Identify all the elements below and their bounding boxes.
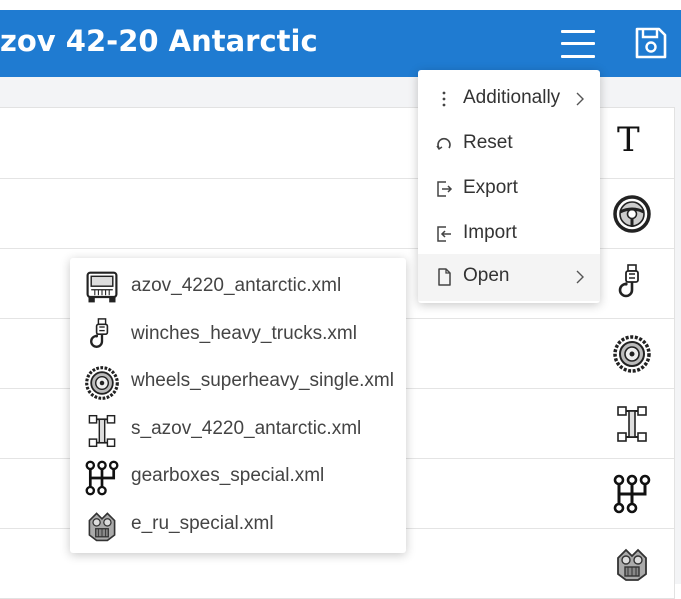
save-button[interactable] (634, 26, 668, 60)
text-icon: T (617, 120, 640, 160)
file-item-s-azov-4220-antarctic[interactable]: s_azov_4220_antarctic.xml (70, 407, 406, 454)
engine-icon (612, 544, 652, 584)
main-menu: Additionally Reset Export Import Open (418, 70, 600, 303)
wheel-icon (84, 365, 120, 401)
file-item-azov-4220-antarctic[interactable]: azov_4220_antarctic.xml (70, 264, 406, 311)
file-label: e_ru_special.xml (131, 513, 274, 534)
menu-item-label: Import (463, 222, 517, 243)
menu-item-label: Open (463, 265, 510, 286)
menu-item-import[interactable]: Import (418, 211, 600, 256)
save-icon (635, 27, 667, 59)
steering-wheel-icon (612, 194, 652, 234)
menu-button[interactable] (561, 29, 595, 59)
winch-hook-icon (84, 318, 120, 354)
file-item-winches-heavy-trucks[interactable]: winches_heavy_trucks.xml (70, 312, 406, 359)
hamburger-icon-line (561, 42, 595, 45)
menu-item-reset[interactable]: Reset (418, 121, 600, 166)
file-label: winches_heavy_trucks.xml (131, 323, 357, 344)
page-title: zov 42-20 Antarctic (0, 24, 318, 58)
menu-item-label: Reset (463, 132, 513, 153)
gearbox-icon (84, 460, 120, 496)
export-icon (437, 181, 453, 197)
truck-icon (84, 270, 120, 306)
menu-item-export[interactable]: Export (418, 166, 600, 211)
file-label: wheels_superheavy_single.xml (131, 370, 394, 391)
file-label: gearboxes_special.xml (131, 465, 325, 486)
file-item-gearboxes-special[interactable]: gearboxes_special.xml (70, 454, 406, 501)
file-label: s_azov_4220_antarctic.xml (131, 418, 362, 439)
chevron-right-icon (576, 270, 584, 284)
window-top-edge (0, 0, 681, 10)
hamburger-icon-line (561, 55, 595, 58)
import-icon (437, 226, 451, 242)
open-submenu: azov_4220_antarctic.xml winches_heavy_tr… (70, 258, 406, 553)
menu-item-label: Export (463, 177, 518, 198)
gearbox-icon (612, 474, 652, 514)
file-item-wheels-superheavy-single[interactable]: wheels_superheavy_single.xml (70, 359, 406, 406)
chassis-icon (612, 404, 652, 444)
vertical-dots-icon (442, 91, 446, 107)
menu-item-label: Additionally (463, 87, 561, 108)
chevron-right-icon (576, 92, 584, 106)
reset-icon (436, 137, 451, 150)
wheel-icon (612, 334, 652, 374)
file-item-e-ru-special[interactable]: e_ru_special.xml (70, 502, 406, 549)
winch-hook-icon (612, 264, 652, 304)
file-icon (438, 268, 451, 286)
chassis-icon (84, 413, 120, 449)
app-bar: zov 42-20 Antarctic (0, 10, 681, 77)
menu-item-open[interactable]: Open (418, 254, 600, 301)
hamburger-icon (561, 30, 595, 33)
menu-item-additionally[interactable]: Additionally (418, 76, 600, 121)
file-label: azov_4220_antarctic.xml (131, 275, 342, 296)
engine-icon (84, 508, 120, 544)
